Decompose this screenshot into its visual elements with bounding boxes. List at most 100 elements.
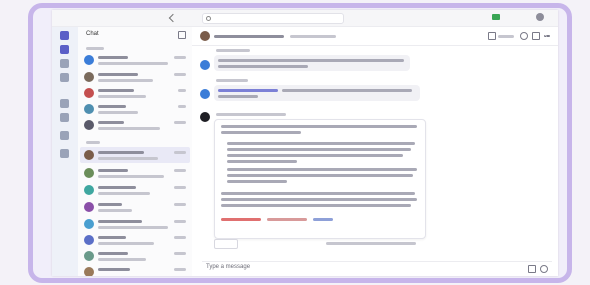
help-icon[interactable] bbox=[60, 149, 69, 158]
list-item-name bbox=[98, 236, 126, 239]
calendar-icon[interactable] bbox=[60, 73, 69, 82]
list-item-preview bbox=[98, 95, 146, 98]
list-item-selected[interactable] bbox=[80, 147, 190, 163]
calls-icon[interactable] bbox=[60, 99, 69, 108]
message-text bbox=[282, 89, 412, 92]
list-item-name bbox=[98, 169, 128, 172]
message-text bbox=[221, 204, 411, 207]
message-text bbox=[218, 95, 258, 98]
more-icon[interactable] bbox=[544, 35, 550, 37]
list-item-time bbox=[174, 56, 186, 59]
message-text bbox=[221, 198, 417, 201]
chat-title bbox=[214, 35, 284, 38]
list-item-preview bbox=[98, 192, 150, 195]
activity-icon[interactable] bbox=[60, 31, 69, 40]
apps-icon[interactable] bbox=[60, 131, 69, 140]
reply-summary[interactable] bbox=[326, 242, 416, 245]
message-text bbox=[227, 148, 411, 151]
files-icon[interactable] bbox=[60, 113, 69, 122]
message-text bbox=[227, 174, 413, 177]
reply-button[interactable] bbox=[214, 239, 238, 249]
list-item-name bbox=[98, 105, 126, 108]
message-bubble bbox=[214, 85, 420, 101]
list-item-preview bbox=[98, 175, 164, 178]
list-item-preview bbox=[98, 209, 132, 212]
avatar bbox=[84, 267, 94, 276]
list-item-preview bbox=[98, 79, 153, 82]
app-window: Chat Type a message bbox=[52, 10, 558, 276]
reaction[interactable] bbox=[313, 218, 333, 221]
chat-header bbox=[192, 27, 558, 46]
reaction[interactable] bbox=[267, 218, 307, 221]
sender-avatar bbox=[200, 89, 210, 99]
chat-subtitle bbox=[290, 35, 336, 38]
chat-list-title: Chat bbox=[86, 31, 99, 37]
message-text bbox=[227, 180, 287, 183]
list-item-name bbox=[98, 121, 124, 124]
message-sender bbox=[216, 113, 286, 116]
list-item-time bbox=[178, 105, 186, 108]
compose-icon[interactable] bbox=[178, 31, 186, 39]
back-arrow-icon[interactable] bbox=[168, 13, 178, 23]
list-item-preview bbox=[98, 242, 154, 245]
list-item-name bbox=[98, 89, 134, 92]
avatar bbox=[84, 104, 94, 114]
message-text bbox=[218, 65, 308, 68]
list-item-time bbox=[174, 220, 186, 223]
message-sender bbox=[216, 49, 250, 52]
profile-avatar[interactable] bbox=[536, 13, 544, 21]
avatar bbox=[84, 202, 94, 212]
list-item-preview bbox=[98, 111, 138, 114]
teams-icon[interactable] bbox=[60, 59, 69, 68]
chat-list-pane: Chat bbox=[78, 27, 193, 276]
list-item-time bbox=[174, 169, 186, 172]
section-label bbox=[86, 141, 100, 144]
message-link[interactable] bbox=[218, 89, 278, 92]
list-item-name bbox=[98, 73, 138, 76]
avatar bbox=[84, 168, 94, 178]
list-item-preview bbox=[98, 62, 168, 65]
compose-box[interactable]: Type a message bbox=[202, 261, 552, 274]
chat-icon[interactable] bbox=[60, 45, 69, 54]
list-item-name bbox=[98, 151, 144, 154]
audio-call-icon[interactable] bbox=[520, 32, 528, 40]
search-input[interactable] bbox=[202, 13, 344, 24]
avatar bbox=[84, 55, 94, 65]
avatar bbox=[84, 72, 94, 82]
list-item-preview bbox=[98, 258, 146, 261]
list-item-time bbox=[174, 151, 186, 154]
list-item-time bbox=[174, 268, 186, 271]
search-icon bbox=[206, 16, 211, 21]
message-sender bbox=[216, 79, 248, 82]
avatar bbox=[84, 150, 94, 160]
message-text bbox=[218, 59, 404, 62]
title-bar bbox=[52, 10, 558, 27]
list-item-time bbox=[174, 73, 186, 76]
message-text bbox=[227, 168, 417, 171]
send-icon[interactable] bbox=[540, 265, 548, 273]
format-icon[interactable] bbox=[528, 265, 536, 273]
chat-main-pane: Type a message bbox=[192, 27, 558, 276]
video-call-icon[interactable] bbox=[488, 32, 496, 40]
list-item-time bbox=[178, 89, 186, 92]
avatar bbox=[84, 185, 94, 195]
message-text bbox=[221, 125, 417, 128]
message-text bbox=[227, 160, 297, 163]
list-item-name bbox=[98, 56, 128, 59]
avatar bbox=[84, 235, 94, 245]
list-item-preview bbox=[98, 157, 158, 160]
avatar bbox=[84, 88, 94, 98]
message-text bbox=[227, 154, 403, 157]
chat-avatar bbox=[200, 31, 210, 41]
list-item-time bbox=[174, 203, 186, 206]
compose-placeholder: Type a message bbox=[206, 264, 251, 270]
screen-share-icon[interactable] bbox=[532, 32, 540, 40]
section-label bbox=[86, 47, 104, 50]
list-item-name bbox=[98, 203, 122, 206]
presence-status-icon[interactable] bbox=[492, 14, 500, 20]
list-item-time bbox=[174, 121, 186, 124]
list-item-name bbox=[98, 186, 136, 189]
reaction[interactable] bbox=[221, 218, 261, 221]
avatar bbox=[84, 120, 94, 130]
sender-avatar bbox=[200, 60, 210, 70]
